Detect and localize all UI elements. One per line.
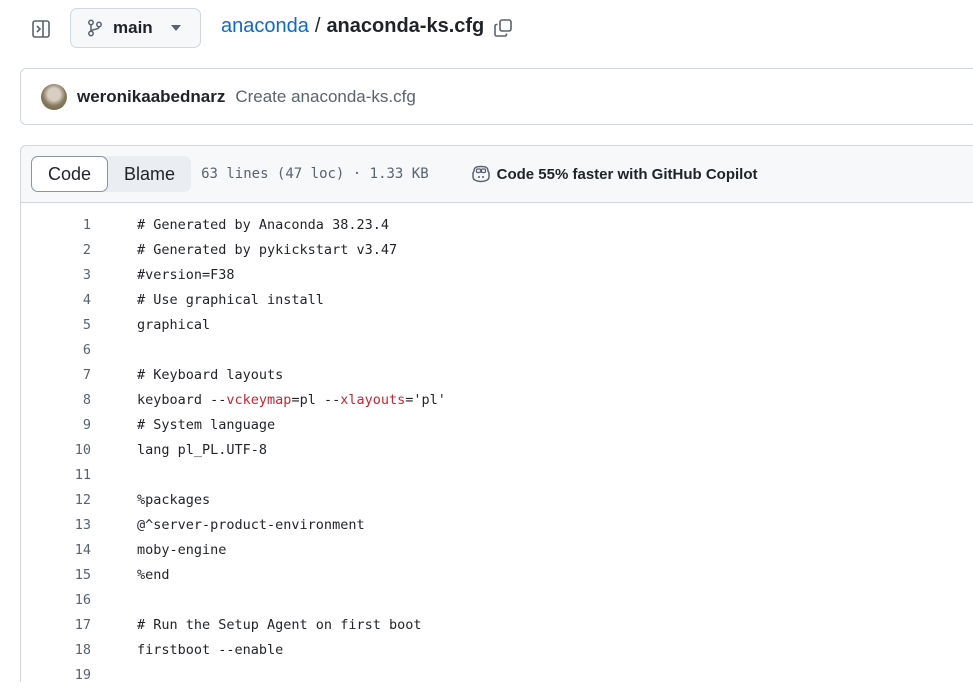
line-content: # Run the Setup Agent on first boot — [137, 617, 422, 633]
commit-author[interactable]: weronikaabednarz — [77, 87, 225, 107]
line-number[interactable]: 15 — [21, 563, 91, 588]
code-line: 18 firstboot --enable — [21, 638, 971, 663]
line-number[interactable]: 7 — [21, 363, 91, 388]
line-content: lang pl_PL.UTF-8 — [137, 442, 268, 458]
code-line: 15 %end — [21, 563, 971, 588]
code-keyword: xlayouts — [340, 392, 406, 408]
code-line: 10 lang pl_PL.UTF-8 — [21, 438, 971, 463]
line-number[interactable]: 2 — [21, 238, 91, 263]
chevron-down-icon — [170, 25, 181, 31]
line-content: firstboot --enable — [137, 642, 284, 658]
avatar[interactable] — [41, 83, 67, 110]
line-content: # Keyboard layouts — [137, 367, 284, 383]
copilot-promo-text: Code 55% faster with GitHub Copilot — [496, 165, 758, 183]
line-number[interactable]: 6 — [21, 338, 91, 363]
code-line: 17 # Run the Setup Agent on first boot — [21, 613, 971, 638]
copilot-promo[interactable]: Code 55% faster with GitHub Copilot — [471, 165, 758, 183]
line-number[interactable]: 9 — [21, 413, 91, 438]
code-text: ='pl' — [405, 392, 446, 408]
line-content: %packages — [137, 492, 211, 508]
copy-icon — [494, 19, 512, 37]
tab-code[interactable]: Code — [31, 156, 109, 192]
code-line: 2 # Generated by pykickstart v3.47 — [21, 238, 971, 263]
code-line: 3 #version=F38 — [21, 263, 971, 288]
line-number[interactable]: 1 — [21, 213, 91, 238]
line-number[interactable]: 18 — [21, 638, 91, 663]
code-line: 5 graphical — [21, 313, 971, 338]
tab-blame[interactable]: Blame — [108, 156, 191, 192]
git-branch-icon — [88, 19, 102, 37]
line-content: graphical — [137, 317, 211, 333]
latest-commit-box: weronikaabednarz Create anaconda-ks.cfg — [20, 68, 973, 125]
line-number[interactable]: 11 — [21, 463, 91, 488]
branch-selector-button[interactable]: main — [70, 8, 201, 48]
sidebar-collapse-icon — [32, 20, 50, 38]
line-number[interactable]: 8 — [21, 388, 91, 413]
code-line: 16 — [21, 588, 971, 613]
file-name: anaconda-ks.cfg — [326, 15, 485, 37]
repo-link[interactable]: anaconda — [221, 15, 309, 38]
line-number[interactable]: 4 — [21, 288, 91, 313]
code-line: 4 # Use graphical install — [21, 288, 971, 313]
line-number[interactable]: 5 — [21, 313, 91, 338]
commit-message[interactable]: Create anaconda-ks.cfg — [235, 87, 416, 107]
code-line: 7 # Keyboard layouts — [21, 363, 971, 388]
line-number[interactable]: 19 — [21, 663, 91, 688]
code-line: 12 %packages — [21, 488, 971, 513]
line-content: # Use graphical install — [137, 292, 324, 308]
copy-path-button[interactable] — [490, 15, 516, 41]
code-keyword: vckeymap — [226, 392, 292, 408]
breadcrumb: anaconda / anaconda-ks.cfg — [221, 15, 484, 38]
line-content: # System language — [137, 417, 276, 433]
file-header: Code Blame 63 lines (47 loc) · 1.33 KB C… — [20, 145, 973, 202]
line-content: # Generated by Anaconda 38.23.4 — [137, 217, 389, 233]
line-number[interactable]: 10 — [21, 438, 91, 463]
line-number[interactable]: 12 — [21, 488, 91, 513]
line-number[interactable]: 17 — [21, 613, 91, 638]
breadcrumb-separator: / — [314, 15, 321, 37]
code-line: 19 — [21, 663, 971, 688]
sidebar-toggle-button[interactable] — [24, 12, 58, 46]
line-number[interactable]: 3 — [21, 263, 91, 288]
code-line: 9 # System language — [21, 413, 971, 438]
code-line: 11 — [21, 463, 971, 488]
line-content: @^server-product-environment — [137, 517, 365, 533]
line-content: # Generated by pykickstart v3.47 — [137, 242, 398, 258]
code-viewer: 1 # Generated by Anaconda 38.23.4 2 # Gener… — [20, 202, 973, 683]
view-mode-segmented-control: Code Blame — [31, 156, 192, 192]
copilot-icon — [471, 165, 490, 183]
line-number[interactable]: 13 — [21, 513, 91, 538]
line-content: %end — [137, 567, 170, 583]
code-line: 1 # Generated by Anaconda 38.23.4 — [21, 213, 971, 238]
file-meta: 63 lines (47 loc) · 1.33 KB — [201, 166, 429, 182]
code-text: keyboard -- — [137, 392, 227, 408]
line-content: moby-engine — [137, 542, 227, 558]
line-content: keyboard --vckeymap=pl --xlayouts='pl' — [137, 388, 446, 413]
code-text: =pl -- — [291, 392, 341, 408]
line-content: #version=F38 — [137, 267, 235, 283]
code-line: 8 keyboard --vckeymap=pl --xlayouts='pl' — [21, 388, 971, 413]
code-line: 13 @^server-product-environment — [21, 513, 971, 538]
code-line: 14 moby-engine — [21, 538, 971, 563]
line-number[interactable]: 16 — [21, 588, 91, 613]
branch-name: main — [113, 18, 153, 37]
code-line: 6 — [21, 338, 971, 363]
line-number[interactable]: 14 — [21, 538, 91, 563]
